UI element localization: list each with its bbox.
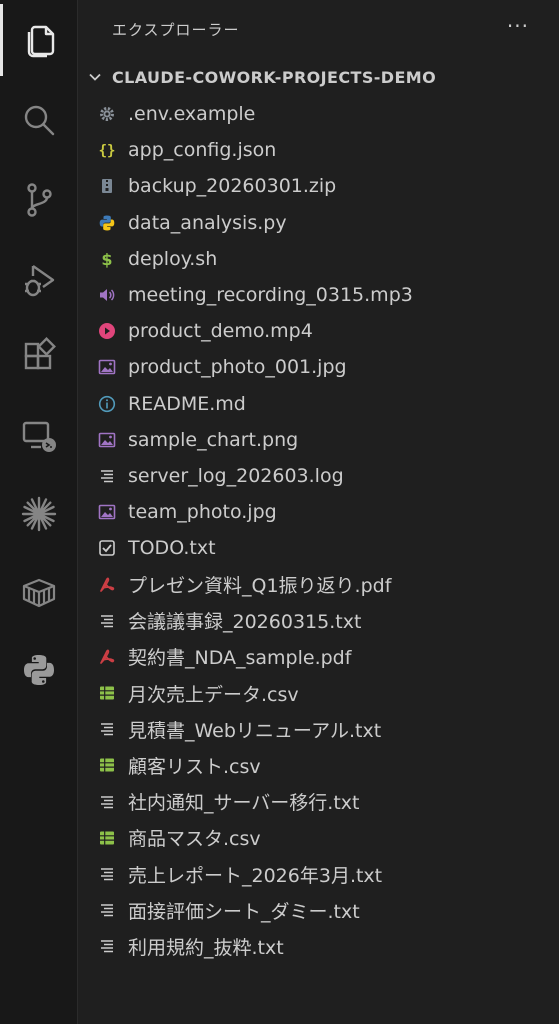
file-item[interactable]: 月次売上データ.csv: [78, 675, 559, 711]
file-name: .env.example: [128, 103, 256, 126]
file-name: 見積書_Webリニューアル.txt: [128, 719, 382, 742]
pdf-icon: [98, 648, 116, 666]
json-braces-icon: {}: [98, 141, 116, 159]
file-item[interactable]: 利用規約_抜粋.txt: [78, 928, 559, 964]
explorer-icon[interactable]: [0, 4, 78, 76]
file-item[interactable]: 商品マスタ.csv: [78, 820, 559, 856]
python-file-icon: [98, 214, 116, 232]
checkbox-icon: [98, 539, 116, 557]
pdf-icon: [98, 576, 116, 594]
file-name: deploy.sh: [128, 247, 218, 270]
file-name: team_photo.jpg: [128, 501, 277, 524]
file-name: 利用規約_抜粋.txt: [128, 936, 284, 959]
file-item[interactable]: 社内通知_サーバー移行.txt: [78, 784, 559, 820]
file-name: meeting_recording_0315.mp3: [128, 284, 413, 307]
dollar-icon: $: [98, 250, 116, 268]
file-name: product_demo.mp4: [128, 320, 313, 343]
file-item[interactable]: プレゼン資料_Q1振り返り.pdf: [78, 566, 559, 602]
file-item[interactable]: 顧客リスト.csv: [78, 747, 559, 783]
python-icon[interactable]: [0, 634, 78, 706]
file-item[interactable]: sample_chart.png: [78, 422, 559, 458]
file-item[interactable]: server_log_202603.log: [78, 458, 559, 494]
csv-icon: [98, 829, 116, 847]
gear-icon: [98, 105, 116, 123]
more-actions-icon[interactable]: ···: [507, 14, 529, 38]
image-icon: [98, 358, 116, 376]
chevron-down-icon: [89, 73, 101, 81]
run-debug-icon[interactable]: [0, 244, 78, 316]
file-item[interactable]: 売上レポート_2026年3月.txt: [78, 856, 559, 892]
file-item[interactable]: .env.example: [78, 96, 559, 132]
file-item[interactable]: data_analysis.py: [78, 205, 559, 241]
file-name: 売上レポート_2026年3月.txt: [128, 864, 383, 887]
activity-bar: [0, 0, 78, 1024]
container-icon[interactable]: [0, 556, 78, 628]
file-item[interactable]: {} app_config.json: [78, 132, 559, 168]
file-item[interactable]: 会議議事録_20260315.txt: [78, 603, 559, 639]
explorer-sidebar: エクスプローラー ··· CLAUDE-COWORK-PROJECTS-DEMO…: [78, 0, 559, 1024]
csv-icon: [98, 684, 116, 702]
file-item[interactable]: backup_20260301.zip: [78, 168, 559, 204]
svg-text:{}: {}: [99, 143, 116, 159]
file-name: プレゼン資料_Q1振り返り.pdf: [128, 575, 392, 598]
file-item[interactable]: README.md: [78, 386, 559, 422]
file-name: product_photo_001.jpg: [128, 356, 347, 379]
file-item[interactable]: meeting_recording_0315.mp3: [78, 277, 559, 313]
image-icon: [98, 431, 116, 449]
remote-explorer-icon[interactable]: [0, 400, 78, 472]
info-icon: [98, 395, 116, 413]
claude-icon[interactable]: [0, 478, 78, 550]
audio-icon: [98, 286, 116, 304]
file-name: app_config.json: [128, 139, 277, 162]
file-item[interactable]: team_photo.jpg: [78, 494, 559, 530]
file-name: 契約書_NDA_sample.pdf: [128, 647, 352, 670]
file-name: TODO.txt: [128, 537, 216, 560]
file-item[interactable]: 契約書_NDA_sample.pdf: [78, 639, 559, 675]
file-name: 顧客リスト.csv: [128, 755, 261, 778]
file-name: server_log_202603.log: [128, 464, 344, 487]
csv-icon: [98, 756, 116, 774]
folder-name: CLAUDE-COWORK-PROJECTS-DEMO: [112, 67, 437, 87]
file-list: .env.example {} app_config.json backup_2026…: [78, 96, 559, 965]
svg-text:$: $: [101, 250, 112, 268]
video-icon: [98, 322, 116, 340]
image-icon: [98, 503, 116, 521]
lines-icon: [98, 865, 116, 883]
file-name: data_analysis.py: [128, 211, 287, 234]
file-name: README.md: [128, 392, 246, 415]
file-name: 会議議事録_20260315.txt: [128, 611, 362, 634]
search-icon[interactable]: [0, 84, 78, 156]
file-item[interactable]: 見積書_Webリニューアル.txt: [78, 711, 559, 747]
lines-icon: [98, 793, 116, 811]
file-item[interactable]: TODO.txt: [78, 530, 559, 566]
file-item[interactable]: product_photo_001.jpg: [78, 349, 559, 385]
extensions-icon[interactable]: [0, 320, 78, 392]
file-item[interactable]: $ deploy.sh: [78, 241, 559, 277]
file-name: backup_20260301.zip: [128, 175, 337, 198]
workspace-folder[interactable]: CLAUDE-COWORK-PROJECTS-DEMO: [78, 62, 559, 92]
zip-icon: [98, 177, 116, 195]
file-name: 月次売上データ.csv: [128, 683, 299, 706]
lines-icon: [98, 467, 116, 485]
lines-icon: [98, 612, 116, 630]
file-name: sample_chart.png: [128, 428, 299, 451]
lines-icon: [98, 720, 116, 738]
file-name: 商品マスタ.csv: [128, 828, 261, 851]
sidebar-title: エクスプローラー: [112, 21, 240, 39]
lines-icon: [98, 901, 116, 919]
file-name: 社内通知_サーバー移行.txt: [128, 792, 360, 815]
file-item[interactable]: product_demo.mp4: [78, 313, 559, 349]
file-item[interactable]: 面接評価シート_ダミー.txt: [78, 892, 559, 928]
source-control-icon[interactable]: [0, 164, 78, 236]
file-name: 面接評価シート_ダミー.txt: [128, 900, 360, 923]
lines-icon: [98, 937, 116, 955]
